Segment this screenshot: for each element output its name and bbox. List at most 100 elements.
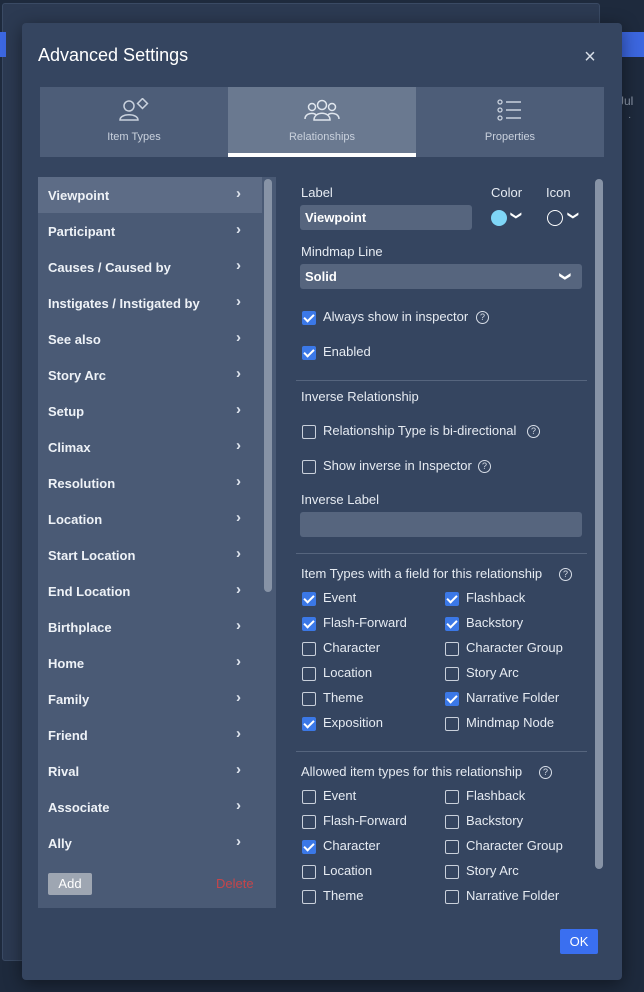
chevron-right-icon: › [236, 689, 241, 706]
tab-properties[interactable]: Properties [416, 87, 604, 157]
item-type-checkbox[interactable] [302, 790, 316, 804]
relationship-list-item[interactable]: Birthplace › [38, 609, 262, 645]
item-type-label: Event [323, 788, 357, 803]
relationship-list-item[interactable]: Resolution › [38, 465, 262, 501]
item-type-checkbox[interactable] [302, 865, 316, 879]
relationship-list-item[interactable]: Setup › [38, 393, 262, 429]
relationship-label: Viewpoint [48, 187, 110, 203]
help-icon[interactable]: ? [527, 425, 540, 438]
item-type-checkbox[interactable] [445, 815, 459, 829]
chevron-down-icon[interactable]: ❯ [567, 211, 580, 220]
relationship-label: Climax [48, 439, 91, 455]
close-button[interactable]: × [580, 45, 600, 69]
item-type-checkbox[interactable] [445, 692, 459, 706]
chevron-right-icon: › [236, 257, 241, 274]
item-type-checkbox[interactable] [445, 667, 459, 681]
relationship-list-item[interactable]: See also › [38, 321, 262, 357]
item-type-checkbox[interactable] [445, 790, 459, 804]
item-type-checkbox[interactable] [302, 840, 316, 854]
label-input[interactable]: Viewpoint [300, 205, 472, 230]
relationship-list-item[interactable]: End Location › [38, 573, 262, 609]
item-type-checkbox[interactable] [302, 692, 316, 706]
enabled-label: Enabled [323, 344, 371, 359]
item-type-checkbox[interactable] [302, 642, 316, 656]
background-accent-bar-left [0, 32, 6, 57]
chevron-right-icon: › [236, 617, 241, 634]
bidirectional-checkbox[interactable] [302, 425, 316, 439]
help-icon[interactable]: ? [559, 568, 572, 581]
item-type-checkbox[interactable] [445, 865, 459, 879]
color-swatch[interactable] [491, 210, 507, 226]
item-type-checkbox[interactable] [302, 815, 316, 829]
list-scrollbar[interactable] [264, 179, 272, 592]
relationship-list-item[interactable]: Family › [38, 681, 262, 717]
dialog-title: Advanced Settings [38, 45, 189, 65]
item-type-checkbox[interactable] [302, 717, 316, 731]
relationship-list-item[interactable]: Instigates / Instigated by › [38, 285, 262, 321]
relationship-list-item[interactable]: Home › [38, 645, 262, 681]
item-type-checkbox[interactable] [302, 667, 316, 681]
tab-label: Properties [484, 131, 536, 143]
relationship-list-item[interactable]: Associate › [38, 789, 262, 825]
help-icon[interactable]: ? [476, 311, 489, 324]
relationship-label: Family [48, 691, 90, 707]
item-type-label: Story Arc [466, 863, 519, 878]
tab-relationships[interactable]: Relationships [228, 87, 416, 157]
item-type-label: Narrative Folder [466, 888, 560, 903]
relationship-list-item[interactable]: Ally › [38, 825, 262, 861]
relationship-label: Resolution [48, 475, 116, 491]
item-type-checkbox[interactable] [302, 592, 316, 606]
item-type-label: Backstory [466, 615, 524, 630]
item-type-label: Flash-Forward [323, 813, 407, 828]
relationship-list-item[interactable]: Friend › [38, 717, 262, 753]
delete-button[interactable]: Delete [216, 876, 254, 891]
relationship-list-item[interactable]: Causes / Caused by › [38, 249, 262, 285]
add-button[interactable]: Add [48, 873, 92, 895]
relationship-list-item[interactable]: Story Arc › [38, 357, 262, 393]
relationship-list-item[interactable]: Climax › [38, 429, 262, 465]
relationship-list-item[interactable]: Start Location › [38, 537, 262, 573]
item-type-checkbox[interactable] [302, 617, 316, 631]
chevron-right-icon: › [236, 581, 241, 598]
mindmap-line-select[interactable]: Solid ❯ [300, 264, 582, 289]
relationship-label: Participant [48, 223, 116, 239]
item-type-checkbox[interactable] [445, 617, 459, 631]
help-icon[interactable]: ? [478, 460, 491, 473]
relationship-label: Setup [48, 403, 85, 419]
chevron-right-icon: › [236, 329, 241, 346]
item-type-checkbox[interactable] [445, 890, 459, 904]
item-type-label: Character Group [466, 640, 563, 655]
item-type-label: Character [323, 838, 381, 853]
tab-item-types[interactable]: Item Types [40, 87, 228, 157]
editor-scrollbar[interactable] [595, 179, 603, 869]
inverse-label-input[interactable] [300, 512, 582, 537]
item-type-checkbox[interactable] [445, 642, 459, 656]
user-diamond-icon [118, 97, 150, 123]
users-group-icon [304, 97, 340, 123]
relationship-list-item[interactable]: Participant › [38, 213, 262, 249]
always-show-checkbox[interactable] [302, 311, 316, 325]
ok-button[interactable]: OK [560, 929, 598, 954]
chevron-right-icon: › [236, 221, 241, 238]
relationship-list-item[interactable]: Viewpoint › [38, 177, 262, 213]
relationship-label: Rival [48, 763, 80, 779]
relationship-list-item[interactable]: Rival › [38, 753, 262, 789]
enabled-checkbox[interactable] [302, 346, 316, 360]
item-type-checkbox[interactable] [445, 840, 459, 854]
chevron-right-icon: › [236, 545, 241, 562]
circle-icon[interactable] [547, 210, 563, 226]
item-type-checkbox[interactable] [445, 717, 459, 731]
item-type-label: Flashback [466, 788, 526, 803]
relationship-list-item[interactable]: Location › [38, 501, 262, 537]
item-type-label: Backstory [466, 813, 524, 828]
item-type-label: Theme [323, 888, 364, 903]
bidirectional-label: Relationship Type is bi-directional [323, 423, 517, 438]
show-inverse-checkbox[interactable] [302, 460, 316, 474]
item-type-label: Event [323, 590, 357, 605]
item-type-checkbox[interactable] [302, 890, 316, 904]
help-icon[interactable]: ? [539, 766, 552, 779]
chevron-down-icon[interactable]: ❯ [510, 211, 523, 220]
chevron-right-icon: › [236, 473, 241, 490]
relationship-label: Causes / Caused by [48, 259, 171, 275]
item-type-checkbox[interactable] [445, 592, 459, 606]
